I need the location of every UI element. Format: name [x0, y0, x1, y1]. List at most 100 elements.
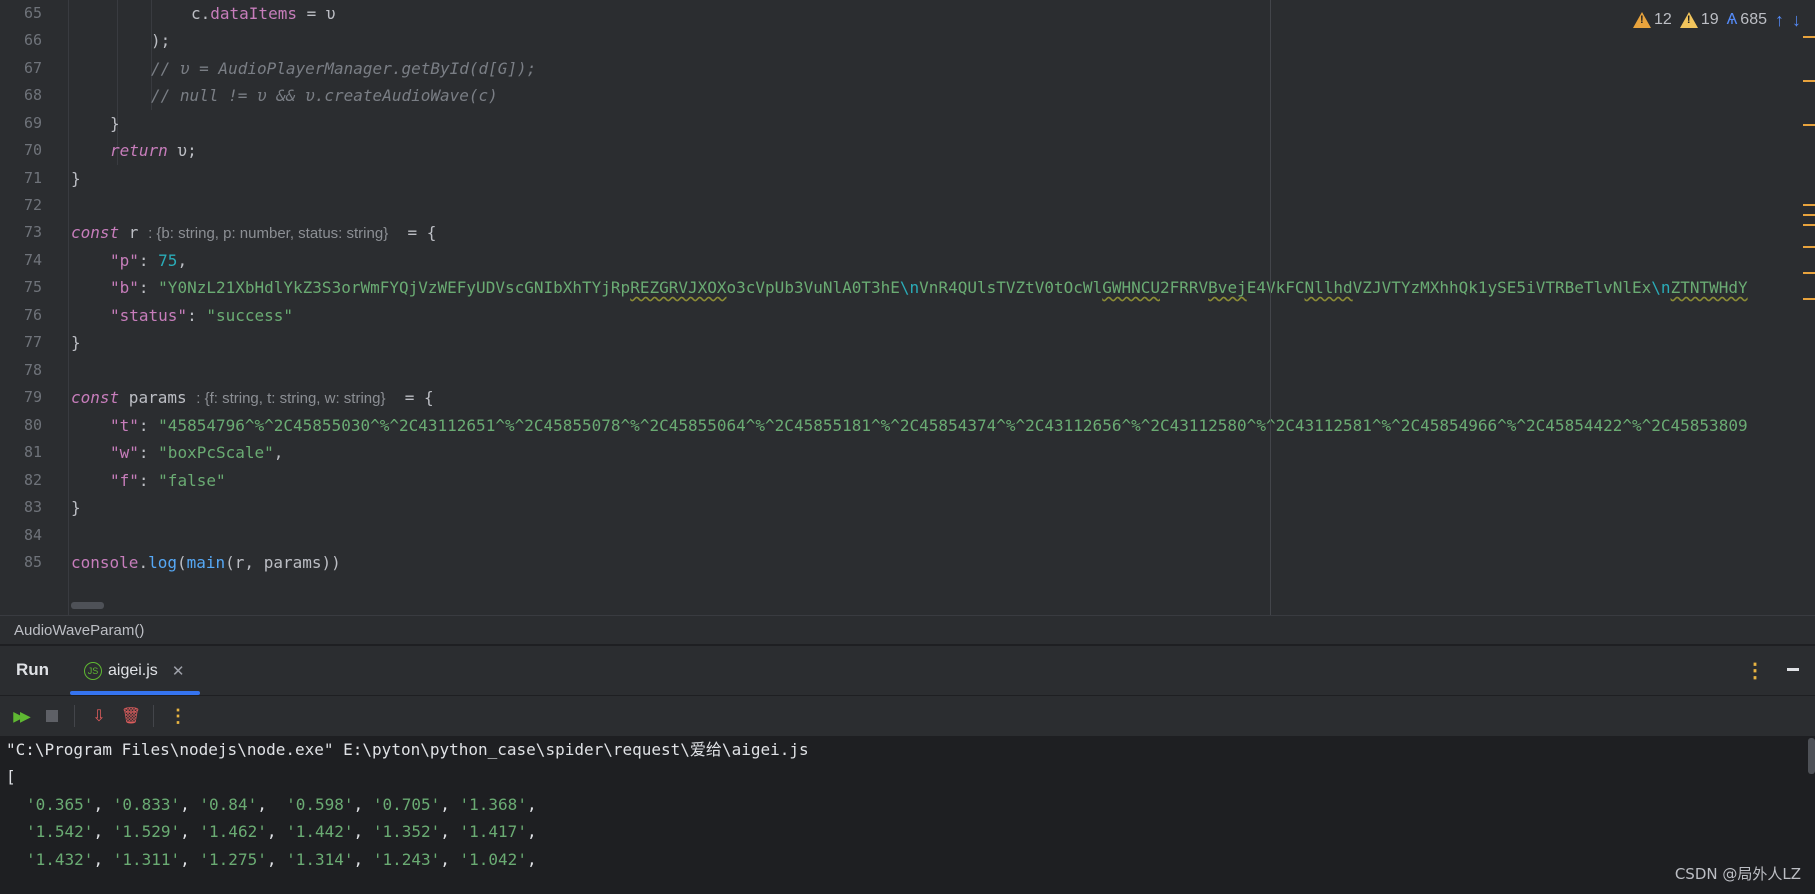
line-number[interactable]: 66 [0, 27, 42, 54]
scroll-to-end-icon[interactable]: ⇩ [87, 704, 111, 728]
inspection-widget[interactable]: 12 19 Ѧ685 ↑ ↓ [1633, 8, 1801, 32]
console-output[interactable]: "C:\Program Files\nodejs\node.exe" E:\py… [0, 736, 1815, 894]
close-icon[interactable]: ✕ [172, 662, 185, 680]
output-value: '1.417' [459, 822, 527, 841]
type-hint: : {f: string, t: string, w: string} [196, 390, 386, 407]
code-token: "Y0NzL21XbHdlYkZ3S3orWmFYQjVzWEFyUDVscGN… [158, 278, 631, 297]
line-number-gutter: 65 66 67 68 69 70 71 72 73 74 75 76 77 78 79 80 81 82 83 84… [0, 0, 69, 615]
code-token: GWHNCU [1102, 278, 1160, 297]
code-editor[interactable]: 65 66 67 68 69 70 71 72 73 74 75 76 77 78 79 80 81 82 83 84… [0, 0, 1815, 615]
line-number[interactable]: 77 [0, 329, 42, 356]
output-value: '1.352' [372, 822, 441, 841]
output-value: '1.542' [26, 822, 94, 841]
output-value: '1.368' [459, 795, 527, 814]
console-line: '0.365', '0.833', '0.84', '0.598', '0.70… [26, 795, 537, 814]
output-value: '0.705' [372, 795, 441, 814]
code-token: "t" [110, 416, 139, 435]
output-value: '0.598' [286, 795, 354, 814]
stop-icon[interactable] [40, 704, 64, 728]
code-token: : [138, 443, 159, 462]
stripe-mark[interactable] [1803, 214, 1815, 216]
code-token: REZGRVJXOX [630, 278, 727, 297]
line-number[interactable]: 67 [0, 55, 42, 82]
code-line-70: return υ; [110, 137, 197, 164]
code-token: : [138, 416, 159, 435]
line-number[interactable]: 72 [0, 192, 42, 219]
horizontal-scrollbar[interactable] [71, 602, 104, 609]
line-number[interactable]: 83 [0, 494, 42, 521]
code-token: c. [191, 4, 211, 23]
line-number[interactable]: 82 [0, 467, 42, 494]
line-number[interactable]: 84 [0, 522, 42, 549]
previous-highlight-icon[interactable]: ↑ [1775, 10, 1784, 31]
code-token: (r, params)) [225, 553, 341, 572]
code-token: = υ [296, 4, 336, 23]
line-number[interactable]: 79 [0, 384, 42, 411]
output-value: '1.529' [112, 822, 181, 841]
more-options-icon[interactable]: ⋮ [166, 704, 190, 728]
warning-count[interactable]: 19 [1679, 11, 1719, 29]
line-number[interactable]: 78 [0, 357, 42, 384]
line-number[interactable]: 76 [0, 302, 42, 329]
code-token: \n [1651, 278, 1671, 297]
stripe-mark[interactable] [1803, 272, 1815, 274]
stripe-mark[interactable] [1803, 224, 1815, 226]
warning-count-value: 19 [1700, 11, 1719, 28]
line-number[interactable]: 70 [0, 137, 42, 164]
code-line-65: c.dataItems = υ [191, 0, 336, 27]
stripe-mark[interactable] [1803, 124, 1815, 126]
code-line-82: "f": "false" [110, 467, 226, 494]
line-number[interactable]: 71 [0, 165, 42, 192]
run-toolbar: ▶▶ ⇩ 🗑 ⋮ [0, 696, 1815, 736]
line-number[interactable]: 80 [0, 412, 42, 439]
code-line-69: } [110, 114, 120, 133]
code-token: "status" [110, 306, 188, 325]
stripe-mark[interactable] [1803, 80, 1815, 82]
code-line-83: } [71, 498, 81, 517]
line-number[interactable]: 75 [0, 274, 42, 301]
code-token: = { [385, 388, 434, 407]
line-number[interactable]: 74 [0, 247, 42, 274]
code-token: const [71, 388, 120, 407]
code-token: , [177, 251, 188, 270]
next-highlight-icon[interactable]: ↓ [1792, 10, 1801, 31]
line-number[interactable]: 68 [0, 82, 42, 109]
code-token: Nllhd [1304, 278, 1353, 297]
stripe-mark[interactable] [1803, 204, 1815, 206]
code-area[interactable]: c.dataItems = υ ); // υ = AudioPlayerMan… [69, 0, 1815, 615]
error-icon [1633, 12, 1652, 28]
stripe-mark[interactable] [1803, 246, 1815, 248]
output-value: '0.84' [199, 795, 258, 814]
typo-count[interactable]: Ѧ 685 [1727, 11, 1767, 29]
line-number[interactable]: 73 [0, 219, 42, 246]
more-options-icon[interactable]: ⋮ [1745, 658, 1765, 683]
vertical-scrollbar[interactable] [1808, 738, 1815, 774]
code-token: main [186, 553, 226, 572]
code-token: : [138, 278, 159, 297]
breadcrumb[interactable]: AudioWaveParam() [0, 615, 1815, 645]
line-number[interactable]: 65 [0, 0, 42, 27]
right-margin-guide [1270, 0, 1271, 615]
trash-icon[interactable]: 🗑 [119, 704, 143, 728]
code-token: υ; [167, 141, 197, 160]
toolbar-divider [74, 705, 75, 727]
tab-aigei-js[interactable]: JS aigei.js ✕ [70, 646, 200, 695]
error-count[interactable]: 12 [1633, 11, 1672, 29]
line-number[interactable]: 81 [0, 439, 42, 466]
line-number[interactable]: 85 [0, 549, 42, 576]
output-value: '1.462' [199, 822, 267, 841]
stripe-mark[interactable] [1803, 298, 1815, 300]
code-line-71: } [71, 169, 81, 188]
code-token: 75 [158, 251, 178, 270]
line-number[interactable]: 69 [0, 110, 42, 137]
error-stripe[interactable] [1801, 0, 1815, 615]
code-token: = { [388, 223, 437, 242]
code-line-80: "t": "45854796^%^2C45855030^%^2C43112651… [110, 412, 1748, 439]
active-tab-indicator [70, 691, 200, 695]
code-token: "w" [110, 443, 139, 462]
code-token: VZJVTYzMXhhQk1ySE5iVTRBeTlvNlEx [1352, 278, 1652, 297]
minimize-icon[interactable] [1787, 668, 1799, 671]
stripe-mark[interactable] [1803, 36, 1815, 38]
rerun-icon[interactable]: ▶▶ [8, 704, 32, 728]
code-line-76: "status": "success" [110, 302, 293, 329]
